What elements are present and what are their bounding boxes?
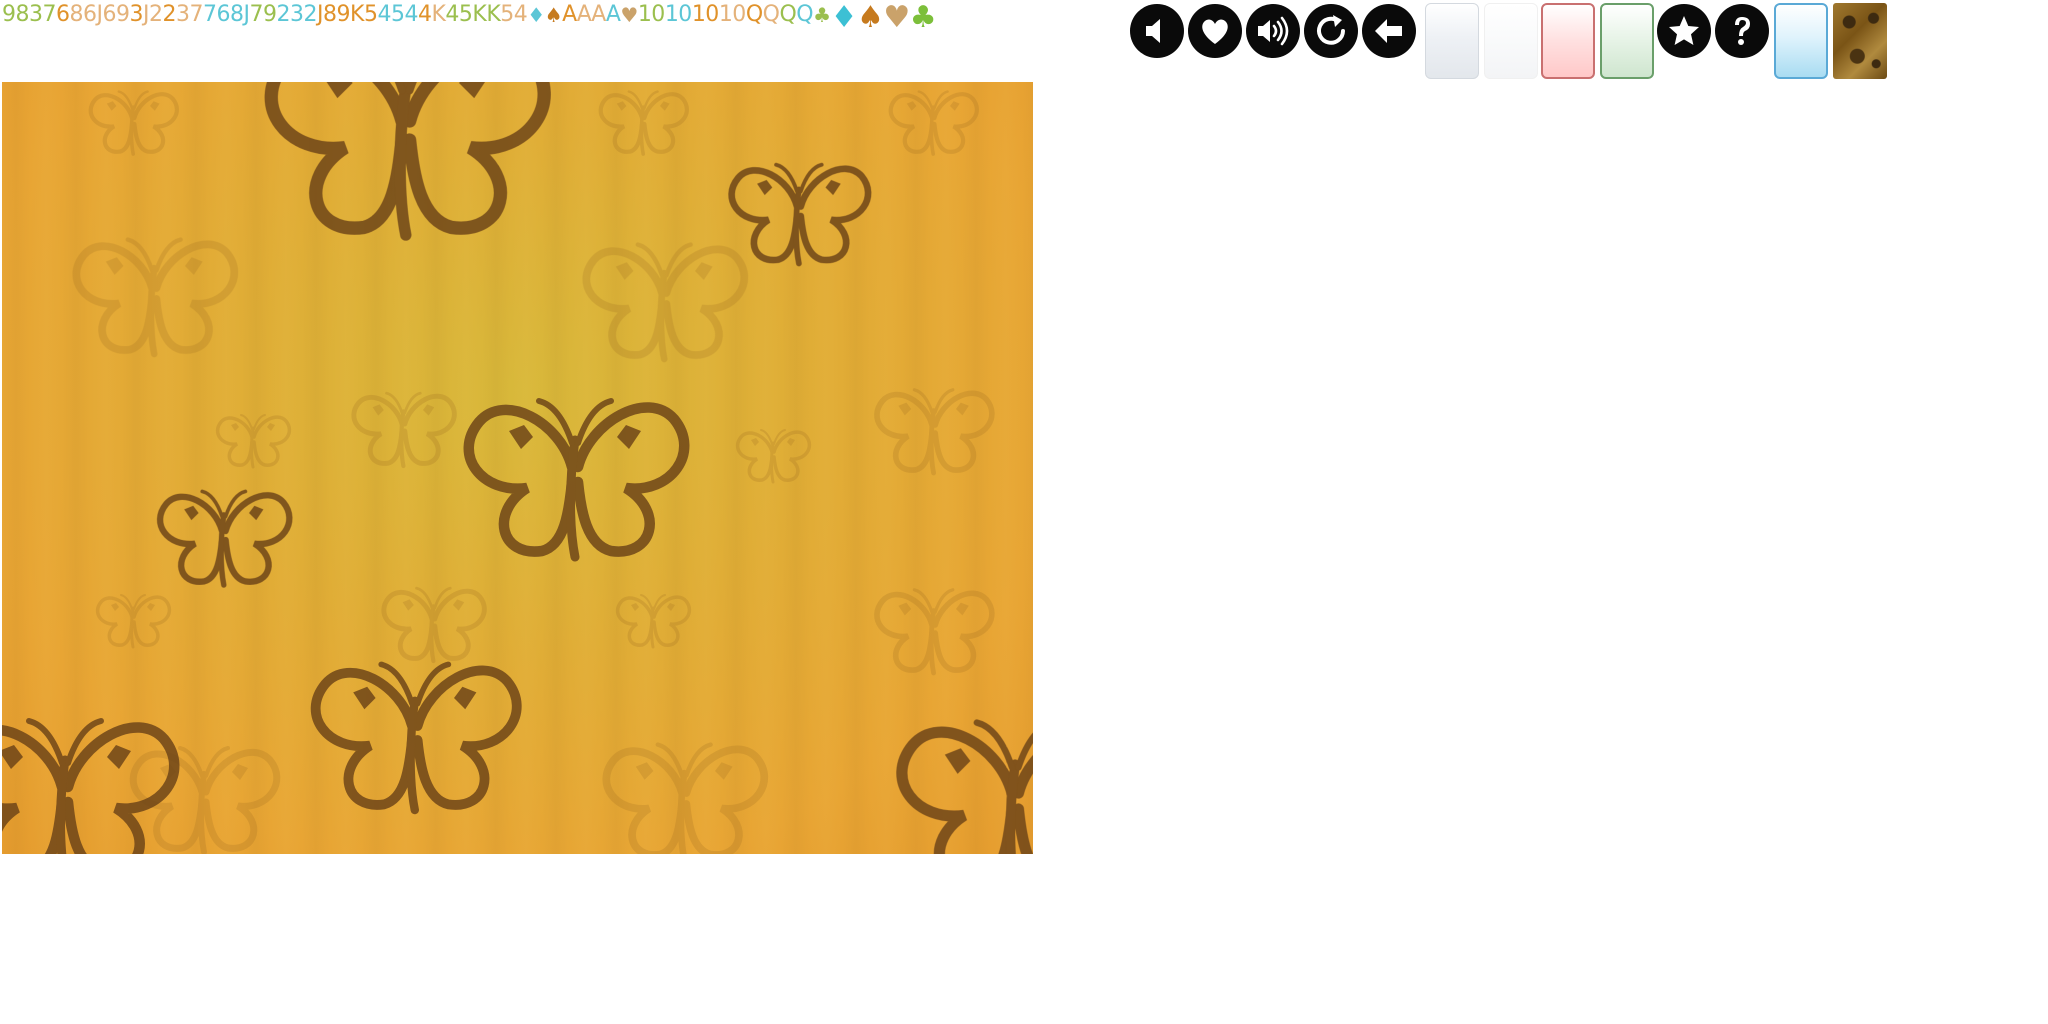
card-glyph: ♥ bbox=[883, 0, 910, 35]
card-glyph: K bbox=[472, 2, 487, 27]
card-tile-blue[interactable] bbox=[1774, 3, 1828, 79]
favorite-button[interactable] bbox=[1188, 4, 1242, 58]
card-glyph: K bbox=[486, 2, 501, 27]
card-glyph: 10 bbox=[664, 2, 693, 27]
card-glyph: Q bbox=[762, 2, 780, 27]
card-glyph: K bbox=[431, 2, 446, 27]
card-glyph: 6 bbox=[56, 2, 70, 27]
star-icon bbox=[1669, 16, 1699, 45]
card-glyph: A bbox=[591, 2, 606, 27]
card-glyph: 3 bbox=[176, 2, 190, 27]
card-glyph: 8 bbox=[323, 2, 337, 27]
star-button[interactable] bbox=[1657, 4, 1711, 58]
card-glyph: 3 bbox=[29, 2, 43, 27]
card-glyph: 2 bbox=[162, 2, 177, 27]
card-glyph: ♥ bbox=[620, 3, 638, 27]
card-glyph: 8 bbox=[69, 2, 84, 27]
card-glyph: 4 bbox=[513, 2, 528, 27]
card-glyph: ♠ bbox=[856, 0, 884, 35]
help-button[interactable] bbox=[1715, 4, 1769, 58]
card-glyph: 10 bbox=[637, 2, 666, 27]
card-glyph: 9 bbox=[2, 2, 16, 27]
card-glyph: 4 bbox=[377, 2, 391, 27]
card-glyph: Q bbox=[779, 2, 797, 27]
card-glyph: A bbox=[562, 2, 577, 27]
card-glyph: 7 bbox=[249, 2, 264, 27]
back-button[interactable] bbox=[1362, 4, 1416, 58]
card-glyph: A bbox=[605, 2, 621, 27]
card-glyph: K bbox=[350, 2, 364, 27]
card-back-wood[interactable] bbox=[1833, 3, 1887, 79]
card-glyph: 6 bbox=[102, 2, 117, 27]
card-glyph: 8 bbox=[15, 2, 30, 27]
card-glyph: 3 bbox=[129, 2, 144, 27]
card-glyph: 5 bbox=[390, 2, 405, 27]
card-glyph: 7 bbox=[189, 2, 204, 27]
card-glyph: 5 bbox=[363, 2, 378, 27]
card-glyph: 9 bbox=[263, 2, 277, 27]
card-glyph: 10 bbox=[691, 2, 720, 27]
card-glyph: ♣ bbox=[813, 3, 831, 27]
heart-icon bbox=[1202, 19, 1228, 44]
card-glyph: 2 bbox=[276, 2, 291, 27]
card-glyph: 4 bbox=[404, 2, 418, 27]
card-glyph: 8 bbox=[230, 2, 244, 27]
card-glyph: 4 bbox=[417, 2, 432, 27]
card-glyph: 9 bbox=[116, 2, 130, 27]
sound-off-button[interactable] bbox=[1130, 4, 1184, 58]
refresh-icon bbox=[1317, 15, 1345, 45]
sound-on-button[interactable] bbox=[1246, 4, 1300, 58]
card-glyph: A bbox=[576, 2, 592, 27]
speaker-on-icon bbox=[1258, 16, 1289, 46]
card-glyph: ♦ bbox=[527, 3, 545, 27]
restart-button[interactable] bbox=[1304, 4, 1358, 58]
card-tile-white[interactable] bbox=[1484, 3, 1538, 79]
card-glyph: 6 bbox=[83, 2, 97, 27]
card-tile-gray[interactable] bbox=[1425, 3, 1479, 79]
butterfly-background bbox=[2, 82, 1033, 854]
card-glyph: 2 bbox=[149, 2, 163, 27]
card-glyph: Q bbox=[796, 2, 814, 27]
card-glyph: 2 bbox=[303, 2, 318, 27]
question-icon bbox=[1735, 17, 1750, 45]
butterfly-pattern bbox=[2, 82, 1033, 854]
card-tile-red[interactable] bbox=[1541, 3, 1595, 79]
card-glyph: 5 bbox=[500, 2, 514, 27]
card-glyph: ♣ bbox=[909, 0, 937, 35]
speaker-muted-icon bbox=[1146, 19, 1160, 43]
arrow-left-icon bbox=[1375, 19, 1402, 43]
card-glyph: Q bbox=[745, 2, 763, 27]
card-glyph: 6 bbox=[216, 2, 231, 27]
card-glyph: 5 bbox=[458, 2, 473, 27]
card-glyph: 4 bbox=[445, 2, 459, 27]
card-glyph: ♠ bbox=[544, 3, 563, 27]
card-glyph: 3 bbox=[290, 2, 304, 27]
card-glyph: 10 bbox=[718, 2, 747, 27]
card-glyph-strip: 9837686J693J2237768J79232J89K54544K45KK5… bbox=[2, 0, 937, 35]
card-tile-green[interactable] bbox=[1600, 3, 1654, 79]
card-glyph: 7 bbox=[203, 2, 217, 27]
card-glyph: 7 bbox=[42, 2, 57, 27]
card-glyph: ♦ bbox=[830, 0, 858, 35]
card-glyph: 9 bbox=[336, 2, 351, 27]
